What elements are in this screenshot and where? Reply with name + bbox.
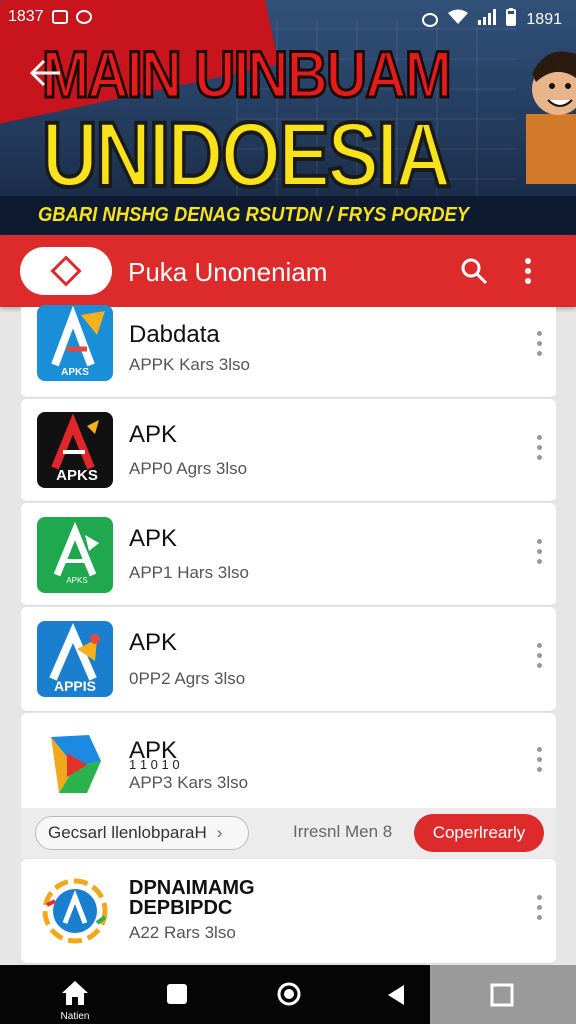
svg-text:APKS: APKS — [56, 467, 98, 484]
list-item[interactable]: APPIS APK 0PP2 Agrs 3lso — [21, 607, 556, 712]
app-name: APK — [129, 421, 178, 448]
apks-black-icon: APKS — [37, 412, 113, 488]
svg-text:APKS: APKS — [61, 367, 89, 378]
promo-cta-button[interactable]: Coperlrearly — [414, 814, 544, 852]
home-circle-icon[interactable] — [276, 981, 302, 1012]
list-item[interactable]: DPNAIMAMG DEPBIPDC A22 Rars 3lso — [21, 859, 556, 964]
diamond-logo-icon — [50, 255, 82, 287]
app-name: APK — [129, 629, 178, 656]
apks-blue-icon: APKS — [37, 305, 113, 381]
item-more-icon[interactable] — [534, 643, 544, 675]
svg-text:APPIS: APPIS — [54, 678, 96, 694]
list-item[interactable]: APK 1 1 0 1 0 APP3 Kars 3lso — [21, 713, 556, 810]
mascot-illustration — [516, 34, 576, 184]
apks-green-icon: APKS — [37, 517, 113, 593]
item-more-icon[interactable] — [534, 747, 544, 779]
item-more-icon[interactable] — [534, 539, 544, 571]
status-time: 1837 — [8, 8, 44, 25]
banner-title-line1: MAIN UINBUAM — [41, 37, 453, 112]
banner-title-line2: UNIDOESIA — [40, 104, 453, 206]
alarm-icon — [422, 12, 439, 27]
status-right-text: 1891 — [526, 10, 562, 28]
nav-home-button[interactable]: Natien — [58, 979, 92, 1022]
nav-home-label: Natien — [60, 1011, 90, 1022]
chevron-right-icon: › — [216, 823, 223, 842]
wifi-icon — [448, 9, 469, 30]
back-arrow-icon[interactable] — [28, 58, 62, 92]
filter-chip-label: Gecsarl llenlobparaH — [48, 823, 207, 842]
app-bar-title: Puka Unoneniam — [128, 257, 328, 287]
svg-text:APKS: APKS — [66, 576, 87, 585]
app-meta: APPK Kars 3lso — [129, 355, 250, 374]
app-meta: A22 Rars 3lso — [129, 923, 236, 942]
app-name-extra: 1 1 0 1 0 — [129, 757, 180, 772]
battery-icon — [506, 8, 517, 31]
filter-chip[interactable]: Gecsarl llenlobparaH › — [35, 816, 249, 850]
signal-icon — [478, 9, 497, 30]
list-item[interactable]: APKS APK APP0 Agrs 3lso — [21, 399, 556, 502]
round-badge-icon — [37, 873, 113, 949]
app-meta: 0PP2 Agrs 3lso — [129, 669, 246, 688]
banner-subtitle: GBARI NHSHG DENAG RSUTDN / FRYS PORDEY — [38, 204, 470, 226]
list-item[interactable]: APKS Dabdata APPK Kars 3lso — [21, 305, 556, 398]
app-bar: Puka Unoneniam — [0, 235, 576, 307]
app-name: Dabdata — [129, 321, 220, 348]
app-meta: APP0 Agrs 3lso — [129, 459, 248, 478]
logo-pill-button[interactable] — [20, 247, 112, 295]
promo-strip: Gecsarl llenlobparaH › Irresnl Men 8 Cop… — [21, 808, 556, 858]
system-nav-bar: Natien — [0, 965, 576, 1024]
item-more-icon[interactable] — [534, 895, 544, 927]
item-more-icon[interactable] — [534, 435, 544, 467]
notification-badge-icon — [75, 10, 92, 24]
image-notification-icon — [51, 10, 68, 24]
promo-text: Irresnl Men 8 — [293, 822, 393, 841]
status-bar: 1837 1891 — [0, 0, 576, 36]
back-triangle-icon[interactable] — [386, 983, 406, 1012]
app-meta: APP1 Hars 3lso — [129, 563, 249, 582]
app-name: APK — [129, 525, 178, 552]
search-icon[interactable] — [460, 257, 488, 285]
play-multicolor-icon — [37, 727, 113, 803]
banner-subtitle-bar: GBARI NHSHG DENAG RSUTDN / FRYS PORDEY — [0, 196, 576, 234]
overflow-menu-icon[interactable] — [520, 257, 536, 285]
home-icon — [62, 981, 88, 1005]
list-item[interactable]: APKS APK APP1 Hars 3lso — [21, 503, 556, 606]
square-icon[interactable] — [490, 983, 514, 1012]
apps-blue-icon: APPIS — [37, 621, 113, 697]
item-more-icon[interactable] — [534, 331, 544, 363]
app-meta: APP3 Kars 3lso — [129, 773, 249, 792]
recents-square-icon[interactable] — [166, 983, 188, 1010]
app-name-line2: DEPBIPDC — [129, 897, 233, 919]
